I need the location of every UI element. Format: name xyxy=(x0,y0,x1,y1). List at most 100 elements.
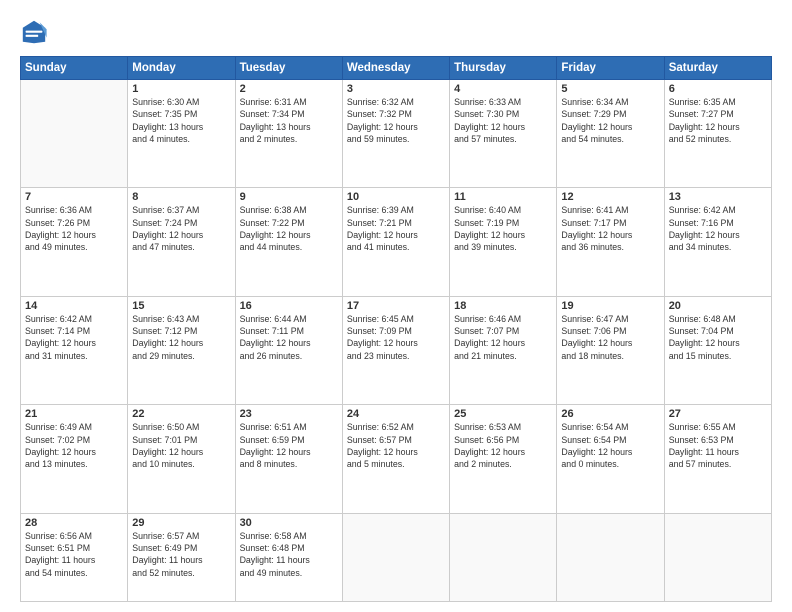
weekday-header-monday: Monday xyxy=(128,57,235,80)
calendar-cell xyxy=(664,513,771,601)
day-info: Sunrise: 6:57 AM Sunset: 6:49 PM Dayligh… xyxy=(132,530,230,579)
day-info: Sunrise: 6:44 AM Sunset: 7:11 PM Dayligh… xyxy=(240,313,338,362)
day-number: 10 xyxy=(347,191,445,203)
calendar-cell: 17Sunrise: 6:45 AM Sunset: 7:09 PM Dayli… xyxy=(342,296,449,404)
calendar-cell: 14Sunrise: 6:42 AM Sunset: 7:14 PM Dayli… xyxy=(21,296,128,404)
logo xyxy=(20,18,52,46)
day-info: Sunrise: 6:32 AM Sunset: 7:32 PM Dayligh… xyxy=(347,96,445,145)
week-row-0: 1Sunrise: 6:30 AM Sunset: 7:35 PM Daylig… xyxy=(21,80,772,188)
calendar-cell: 20Sunrise: 6:48 AM Sunset: 7:04 PM Dayli… xyxy=(664,296,771,404)
day-info: Sunrise: 6:40 AM Sunset: 7:19 PM Dayligh… xyxy=(454,204,552,253)
day-info: Sunrise: 6:42 AM Sunset: 7:16 PM Dayligh… xyxy=(669,204,767,253)
day-info: Sunrise: 6:30 AM Sunset: 7:35 PM Dayligh… xyxy=(132,96,230,145)
day-number: 11 xyxy=(454,191,552,203)
day-number: 23 xyxy=(240,408,338,420)
page: SundayMondayTuesdayWednesdayThursdayFrid… xyxy=(0,0,792,612)
week-row-4: 28Sunrise: 6:56 AM Sunset: 6:51 PM Dayli… xyxy=(21,513,772,601)
calendar-cell: 15Sunrise: 6:43 AM Sunset: 7:12 PM Dayli… xyxy=(128,296,235,404)
day-info: Sunrise: 6:41 AM Sunset: 7:17 PM Dayligh… xyxy=(561,204,659,253)
calendar-cell: 4Sunrise: 6:33 AM Sunset: 7:30 PM Daylig… xyxy=(450,80,557,188)
calendar-cell: 21Sunrise: 6:49 AM Sunset: 7:02 PM Dayli… xyxy=(21,405,128,513)
calendar-cell: 16Sunrise: 6:44 AM Sunset: 7:11 PM Dayli… xyxy=(235,296,342,404)
day-info: Sunrise: 6:35 AM Sunset: 7:27 PM Dayligh… xyxy=(669,96,767,145)
calendar-cell: 27Sunrise: 6:55 AM Sunset: 6:53 PM Dayli… xyxy=(664,405,771,513)
day-number: 27 xyxy=(669,408,767,420)
day-info: Sunrise: 6:43 AM Sunset: 7:12 PM Dayligh… xyxy=(132,313,230,362)
weekday-header-row: SundayMondayTuesdayWednesdayThursdayFrid… xyxy=(21,57,772,80)
calendar-cell: 7Sunrise: 6:36 AM Sunset: 7:26 PM Daylig… xyxy=(21,188,128,296)
calendar-cell: 1Sunrise: 6:30 AM Sunset: 7:35 PM Daylig… xyxy=(128,80,235,188)
calendar-cell: 30Sunrise: 6:58 AM Sunset: 6:48 PM Dayli… xyxy=(235,513,342,601)
calendar-cell: 12Sunrise: 6:41 AM Sunset: 7:17 PM Dayli… xyxy=(557,188,664,296)
calendar-cell: 26Sunrise: 6:54 AM Sunset: 6:54 PM Dayli… xyxy=(557,405,664,513)
day-info: Sunrise: 6:46 AM Sunset: 7:07 PM Dayligh… xyxy=(454,313,552,362)
calendar-cell: 25Sunrise: 6:53 AM Sunset: 6:56 PM Dayli… xyxy=(450,405,557,513)
day-number: 28 xyxy=(25,517,123,529)
day-info: Sunrise: 6:54 AM Sunset: 6:54 PM Dayligh… xyxy=(561,421,659,470)
day-info: Sunrise: 6:33 AM Sunset: 7:30 PM Dayligh… xyxy=(454,96,552,145)
day-info: Sunrise: 6:39 AM Sunset: 7:21 PM Dayligh… xyxy=(347,204,445,253)
day-number: 13 xyxy=(669,191,767,203)
calendar-cell xyxy=(450,513,557,601)
calendar-cell: 9Sunrise: 6:38 AM Sunset: 7:22 PM Daylig… xyxy=(235,188,342,296)
day-number: 3 xyxy=(347,83,445,95)
calendar-cell xyxy=(21,80,128,188)
day-info: Sunrise: 6:58 AM Sunset: 6:48 PM Dayligh… xyxy=(240,530,338,579)
calendar-cell: 6Sunrise: 6:35 AM Sunset: 7:27 PM Daylig… xyxy=(664,80,771,188)
day-info: Sunrise: 6:42 AM Sunset: 7:14 PM Dayligh… xyxy=(25,313,123,362)
day-info: Sunrise: 6:34 AM Sunset: 7:29 PM Dayligh… xyxy=(561,96,659,145)
calendar-cell: 3Sunrise: 6:32 AM Sunset: 7:32 PM Daylig… xyxy=(342,80,449,188)
day-info: Sunrise: 6:51 AM Sunset: 6:59 PM Dayligh… xyxy=(240,421,338,470)
day-number: 29 xyxy=(132,517,230,529)
calendar-cell: 2Sunrise: 6:31 AM Sunset: 7:34 PM Daylig… xyxy=(235,80,342,188)
day-number: 4 xyxy=(454,83,552,95)
weekday-header-tuesday: Tuesday xyxy=(235,57,342,80)
day-info: Sunrise: 6:49 AM Sunset: 7:02 PM Dayligh… xyxy=(25,421,123,470)
calendar-cell: 24Sunrise: 6:52 AM Sunset: 6:57 PM Dayli… xyxy=(342,405,449,513)
day-number: 20 xyxy=(669,300,767,312)
calendar-cell: 18Sunrise: 6:46 AM Sunset: 7:07 PM Dayli… xyxy=(450,296,557,404)
day-info: Sunrise: 6:52 AM Sunset: 6:57 PM Dayligh… xyxy=(347,421,445,470)
calendar-cell xyxy=(342,513,449,601)
weekday-header-sunday: Sunday xyxy=(21,57,128,80)
day-number: 9 xyxy=(240,191,338,203)
header xyxy=(20,18,772,46)
day-number: 24 xyxy=(347,408,445,420)
day-number: 15 xyxy=(132,300,230,312)
weekday-header-wednesday: Wednesday xyxy=(342,57,449,80)
day-number: 8 xyxy=(132,191,230,203)
calendar-cell xyxy=(557,513,664,601)
day-number: 26 xyxy=(561,408,659,420)
calendar-cell: 22Sunrise: 6:50 AM Sunset: 7:01 PM Dayli… xyxy=(128,405,235,513)
day-number: 5 xyxy=(561,83,659,95)
day-info: Sunrise: 6:37 AM Sunset: 7:24 PM Dayligh… xyxy=(132,204,230,253)
day-info: Sunrise: 6:56 AM Sunset: 6:51 PM Dayligh… xyxy=(25,530,123,579)
calendar-cell: 23Sunrise: 6:51 AM Sunset: 6:59 PM Dayli… xyxy=(235,405,342,513)
day-number: 21 xyxy=(25,408,123,420)
day-info: Sunrise: 6:47 AM Sunset: 7:06 PM Dayligh… xyxy=(561,313,659,362)
day-info: Sunrise: 6:53 AM Sunset: 6:56 PM Dayligh… xyxy=(454,421,552,470)
day-number: 30 xyxy=(240,517,338,529)
day-number: 25 xyxy=(454,408,552,420)
calendar-cell: 13Sunrise: 6:42 AM Sunset: 7:16 PM Dayli… xyxy=(664,188,771,296)
day-info: Sunrise: 6:36 AM Sunset: 7:26 PM Dayligh… xyxy=(25,204,123,253)
day-number: 6 xyxy=(669,83,767,95)
logo-icon xyxy=(20,18,48,46)
calendar-cell: 8Sunrise: 6:37 AM Sunset: 7:24 PM Daylig… xyxy=(128,188,235,296)
day-number: 18 xyxy=(454,300,552,312)
calendar-cell: 11Sunrise: 6:40 AM Sunset: 7:19 PM Dayli… xyxy=(450,188,557,296)
weekday-header-friday: Friday xyxy=(557,57,664,80)
calendar-cell: 10Sunrise: 6:39 AM Sunset: 7:21 PM Dayli… xyxy=(342,188,449,296)
day-number: 7 xyxy=(25,191,123,203)
day-number: 1 xyxy=(132,83,230,95)
weekday-header-thursday: Thursday xyxy=(450,57,557,80)
day-number: 19 xyxy=(561,300,659,312)
day-info: Sunrise: 6:50 AM Sunset: 7:01 PM Dayligh… xyxy=(132,421,230,470)
week-row-2: 14Sunrise: 6:42 AM Sunset: 7:14 PM Dayli… xyxy=(21,296,772,404)
day-number: 2 xyxy=(240,83,338,95)
week-row-3: 21Sunrise: 6:49 AM Sunset: 7:02 PM Dayli… xyxy=(21,405,772,513)
day-info: Sunrise: 6:45 AM Sunset: 7:09 PM Dayligh… xyxy=(347,313,445,362)
day-info: Sunrise: 6:31 AM Sunset: 7:34 PM Dayligh… xyxy=(240,96,338,145)
day-info: Sunrise: 6:38 AM Sunset: 7:22 PM Dayligh… xyxy=(240,204,338,253)
weekday-header-saturday: Saturday xyxy=(664,57,771,80)
